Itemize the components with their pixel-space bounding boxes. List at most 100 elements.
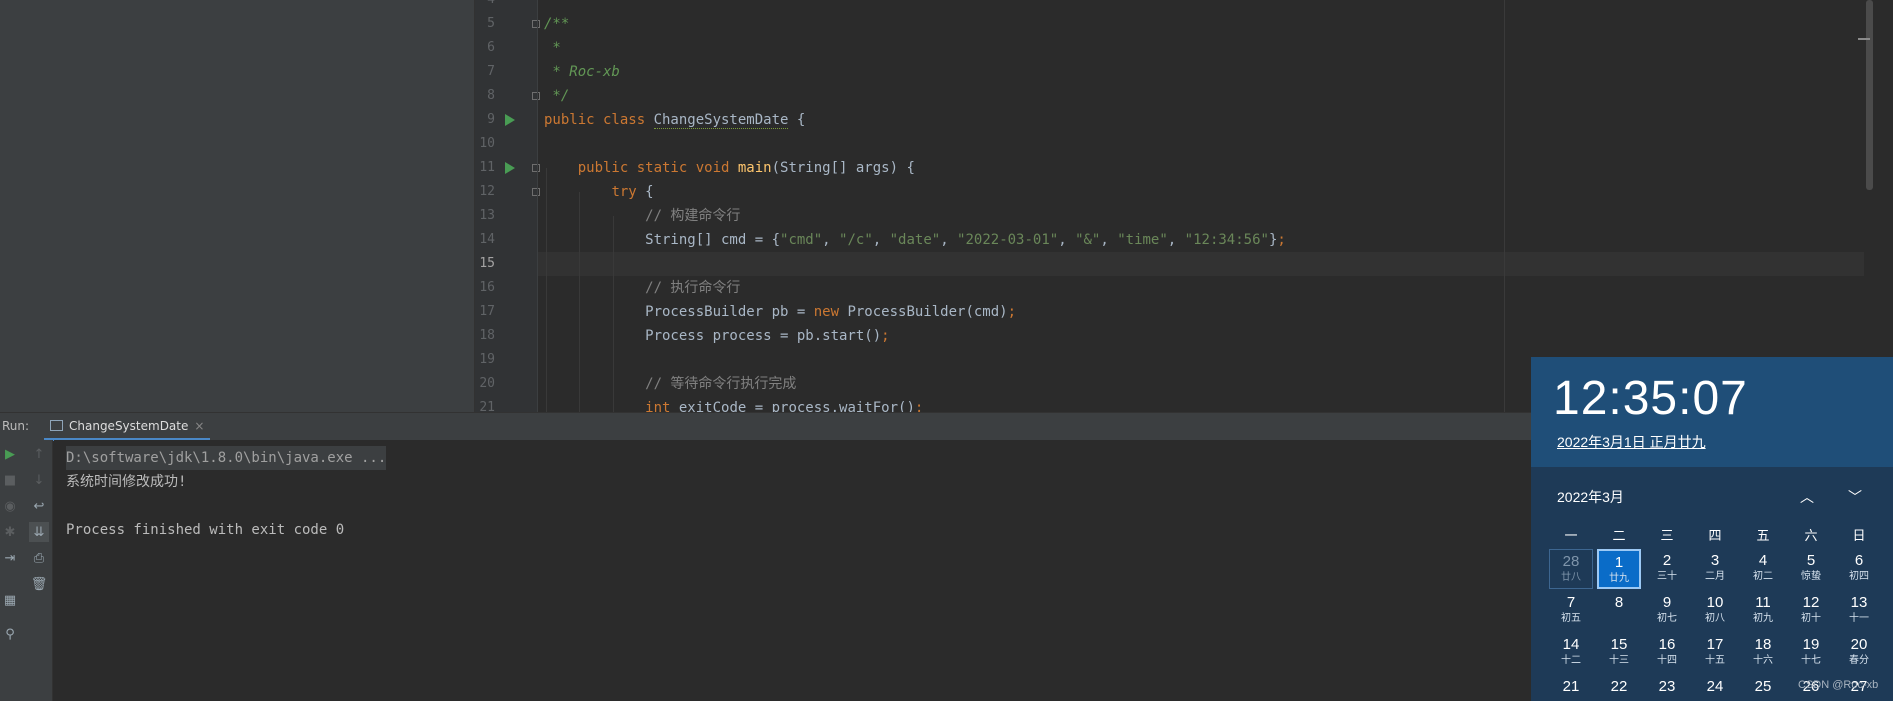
code-editor[interactable]: /** * * Roc-xb */ public class ChangeSys… [538,0,1865,412]
code-line-7: * Roc-xb [544,64,620,80]
chevron-up-icon[interactable]: ︿ [1797,487,1817,507]
weekday-label: 三 [1660,528,1674,543]
project-tool-window [0,0,474,412]
calendar-day[interactable]: 12 初十 [1789,591,1833,631]
console-command: D:\software\jdk\1.8.0\bin\java.exe ... [66,446,387,470]
stop-icon[interactable]: ■ [0,470,20,490]
line-number: 7 [487,64,495,79]
camera-icon[interactable]: ◉ [0,496,20,516]
arrow-up-icon[interactable]: ↑ [29,444,49,464]
lunar-label: 十五 [1705,655,1725,666]
calendar-day[interactable]: 2 三十 [1645,549,1689,589]
rerun-icon[interactable]: ▶ [0,444,20,464]
error-stripe-mark[interactable] [1858,38,1870,40]
calendar-day[interactable]: 28 廿八 [1549,549,1593,589]
day-number: 17 [1706,636,1724,653]
lunar-label: 十二 [1561,655,1581,666]
scroll-to-end-icon[interactable]: ⇊ [29,522,49,542]
run-class-icon[interactable] [505,114,515,126]
calendar-day[interactable]: 20 春分 [1837,633,1881,673]
calendar-day[interactable]: 4 初二 [1741,549,1785,589]
run-main-icon[interactable] [505,162,515,174]
run-toolbar: ▶ ■ ◉ ✱ ⇥ ▦ ⚲ [0,440,26,701]
clock-date-link[interactable]: 2022年3月1日 正月廿九 [1557,432,1706,452]
debug-icon[interactable]: ✱ [0,522,20,542]
calendar-day[interactable]: 3 二月 [1693,549,1737,589]
calendar-day[interactable]: 6 初四 [1837,549,1881,589]
lunar-label: 十一 [1849,613,1869,624]
calendar-day[interactable]: 19 十七 [1789,633,1833,673]
code-line-21: int exitCode = process.waitFor(); [645,400,924,412]
code-line-20: // 等待命令行执行完成 [544,376,797,392]
print-icon[interactable]: ⎙ [29,548,49,568]
code-line-9: public class ChangeSystemDate { [544,112,806,129]
line-number: 9 [487,112,495,127]
calendar-day[interactable]: 23 [1645,675,1689,701]
exit-icon[interactable]: ⇥ [0,548,20,568]
code-line-16: // 执行命令行 [544,280,741,296]
day-number: 9 [1662,594,1672,611]
day-number: 19 [1802,636,1820,653]
clock-time: 12:35:07 [1553,372,1748,425]
weekday-label: 六 [1804,528,1818,543]
calendar-day[interactable]: 15 十三 [1597,633,1641,673]
calendar-month-title[interactable]: 2022年3月 [1557,487,1624,507]
day-number: 20 [1850,636,1868,653]
line-number: 8 [487,88,495,103]
code-line-6: * [544,40,561,56]
lunar-label: 十七 [1801,655,1821,666]
lunar-label: 十六 [1753,655,1773,666]
calendar-day[interactable]: 17 十五 [1693,633,1737,673]
calendar-day[interactable]: 11 初九 [1741,591,1785,631]
lunar-label: 初八 [1705,613,1725,624]
weekday-label: 二 [1612,528,1626,543]
run-tab[interactable]: ChangeSystemDate × [44,413,211,441]
console-exit-line: Process finished with exit code 0 [66,522,345,538]
line-number: 13 [479,208,495,223]
calendar-day[interactable]: 18 十六 [1741,633,1785,673]
line-number: 20 [479,376,495,391]
calendar-day[interactable]: 7 初五 [1549,591,1593,631]
calendar-day[interactable]: 8 [1597,591,1641,631]
lunar-label: 初九 [1753,613,1773,624]
line-number: 6 [487,40,495,55]
run-label: Run: [2,419,30,433]
editor-scrollbar-thumb[interactable] [1866,0,1873,190]
arrow-down-icon[interactable]: ↓ [29,470,49,490]
day-number: 14 [1562,636,1580,653]
calendar-day[interactable]: 13 十一 [1837,591,1881,631]
calendar-day[interactable]: 14 十二 [1549,633,1593,673]
calendar-day-selected[interactable]: 1 廿九 [1597,549,1641,589]
trash-icon[interactable]: 🗑 [29,574,49,594]
console-icon [50,420,63,431]
lunar-label: 初五 [1561,613,1581,624]
calendar-day[interactable]: 9 初七 [1645,591,1689,631]
chevron-down-icon[interactable]: ﹀ [1845,487,1865,507]
clock-flyout: 12:35:07 2022年3月1日 正月廿九 2022年3月 ︿ ﹀ 一 二 … [1531,357,1893,701]
calendar-day[interactable]: 5 惊蛰 [1789,549,1833,589]
calendar-day[interactable]: 22 [1597,675,1641,701]
current-line-highlight [538,252,1865,276]
line-number: 14 [479,232,495,247]
line-number: 16 [479,280,495,295]
calendar-day[interactable]: 25 [1741,675,1785,701]
soft-wrap-icon[interactable]: ↩ [29,496,49,516]
pin-icon[interactable]: ⚲ [0,624,20,644]
weekday-label: 四 [1708,528,1722,543]
calendar-day[interactable]: 10 初八 [1693,591,1737,631]
calendar-day[interactable]: 24 [1693,675,1737,701]
console-output[interactable]: D:\software\jdk\1.8.0\bin\java.exe ... 系… [54,440,1531,701]
code-line-17: ProcessBuilder pb = new ProcessBuilder(c… [544,304,1017,320]
layout-icon[interactable]: ▦ [0,590,20,610]
line-number: 18 [479,328,495,343]
day-number: 6 [1854,552,1864,569]
editor-gutter: 4 5 6 7 8 9 10 11 12 13 14 15 16 17 18 1… [475,0,540,415]
calendar-day[interactable]: 21 [1549,675,1593,701]
day-number: 16 [1658,636,1676,653]
calendar-day[interactable]: 16 十四 [1645,633,1689,673]
lunar-label: 廿九 [1609,573,1629,584]
close-icon[interactable]: × [194,419,204,433]
right-margin-guide [1504,0,1505,412]
day-number: 18 [1754,636,1772,653]
line-number: 4 [475,0,495,12]
